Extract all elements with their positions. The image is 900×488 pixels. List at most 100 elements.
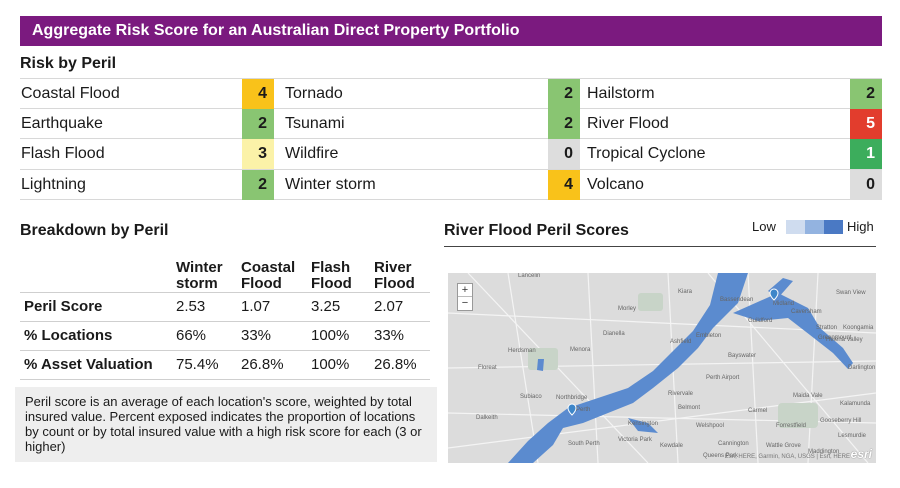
zoom-out-button[interactable]: − (458, 297, 472, 310)
peril-score: 5 (850, 108, 882, 139)
column-header: River Flood (370, 248, 430, 293)
peril-label: Tsunami (285, 114, 345, 132)
legend-swatch-mid (805, 220, 824, 234)
map-place-label: Morley (618, 306, 637, 312)
esri-logo: esri (850, 447, 872, 461)
peril-score: 2 (242, 108, 274, 139)
peril-score: 0 (548, 139, 580, 169)
peril-label: Lightning (21, 175, 86, 193)
map-heading-rule (444, 246, 876, 247)
map-place-label: Perth (576, 407, 591, 413)
table-cell: 33% (237, 321, 307, 351)
table-cell: 26.8% (370, 350, 430, 380)
map-place-label: Helena Valley (826, 337, 863, 343)
flood-map[interactable]: Lancelin Kiara Bassendean Guildford Cave… (448, 273, 876, 463)
table-cell: 75.4% (172, 350, 237, 380)
map-place-label: Victoria Park (618, 437, 652, 443)
legend-low-label: Low (752, 219, 776, 234)
map-place-label: Rivervale (668, 391, 694, 397)
map-place-label: Forrestfield (776, 423, 807, 429)
legend-high-label: High (847, 219, 874, 234)
breakdown-table: Winter storm Coastal Flood Flash Flood Rive… (20, 248, 430, 380)
map-place-label: Stratton (816, 325, 838, 331)
map-place-label: Guildford (748, 318, 773, 324)
peril-label: Volcano (587, 175, 644, 193)
map-attribution: Esri, HERE, Garmin, NGA, USGS | Esri, HE… (724, 454, 850, 460)
map-place-label: Kalamunda (840, 401, 871, 407)
map-place-label: Caversham (791, 309, 822, 315)
map-place-label: Welshpool (696, 423, 724, 429)
column-header: Winter storm (172, 248, 237, 293)
risk-row: Lightning 2 Winter storm 4 Volcano 0 (20, 169, 882, 200)
table-cell: 26.8% (237, 350, 307, 380)
peril-label: Hailstorm (587, 85, 655, 102)
map-place-label: Kewdale (660, 443, 684, 449)
peril-score: 0 (850, 169, 882, 200)
peril-score: 2 (548, 108, 580, 139)
map-place-label: Cannington (718, 441, 749, 447)
map-place-label: Perth Airport (706, 375, 740, 381)
map-place-label: Herdsman (508, 348, 536, 354)
map-place-label: Swan View (836, 290, 866, 296)
column-header: Flash Flood (307, 248, 370, 293)
risk-row: Earthquake 2 Tsunami 2 River Flood 5 (20, 108, 882, 139)
risk-row: Coastal Flood 4 Tornado 2 Hailstorm 2 (20, 78, 882, 109)
breakdown-heading: Breakdown by Peril (20, 222, 169, 239)
map-place-label: Floreat (478, 365, 497, 371)
peril-score: 3 (242, 139, 274, 169)
row-header: % Asset Valuation (20, 350, 172, 380)
peril-label: Tropical Cyclone (587, 145, 706, 162)
peril-label: Flash Flood (21, 145, 105, 162)
peril-score: 1 (850, 139, 882, 169)
page-title: Aggregate Risk Score for an Australian D… (20, 16, 882, 46)
peril-score: 4 (548, 169, 580, 200)
table-cell: 2.53 (172, 292, 237, 322)
map-place-label: South Perth (568, 441, 600, 447)
map-place-label: Gooseberry Hill (820, 418, 862, 424)
map-place-label: Midland (773, 301, 795, 307)
table-row: % Asset Valuation 75.4% 26.8% 100% 26.8% (20, 350, 430, 380)
map-place-label: Wattle Grove (766, 443, 801, 449)
map-place-label: Kiara (678, 289, 693, 295)
table-cell: 1.07 (237, 292, 307, 322)
table-cell: 33% (370, 321, 430, 351)
table-cell: 3.25 (307, 292, 370, 322)
map-place-label: Dalkeith (476, 415, 498, 421)
peril-label: Earthquake (21, 114, 103, 132)
peril-label: Winter storm (285, 175, 376, 193)
zoom-control: + − (457, 283, 473, 311)
map-place-label: Belmont (678, 405, 701, 411)
map-place-label: Menora (570, 347, 591, 353)
map-heading: River Flood Peril Scores (444, 222, 629, 239)
peril-label: Coastal Flood (21, 85, 120, 102)
map-place-label: Lesmurdie (838, 433, 867, 439)
table-cell: 100% (307, 350, 370, 380)
risk-row: Flash Flood 3 Wildfire 0 Tropical Cyclon… (20, 139, 882, 170)
peril-score: 2 (548, 79, 580, 109)
map-place-label: Lancelin (518, 273, 541, 279)
table-cell: 100% (307, 321, 370, 351)
table-row: % Locations 66% 33% 100% 33% (20, 321, 430, 351)
peril-score: 4 (242, 79, 274, 109)
legend-swatch-low (786, 220, 805, 234)
peril-label: Tornado (285, 85, 343, 102)
map-place-label: Dianella (603, 331, 625, 337)
risk-by-peril-grid: Coastal Flood 4 Tornado 2 Hailstorm 2 Ea… (20, 78, 882, 200)
risk-by-peril-heading: Risk by Peril (20, 55, 117, 72)
legend-swatch-high (824, 220, 843, 234)
zoom-in-button[interactable]: + (458, 284, 472, 297)
peril-label: Wildfire (285, 145, 339, 162)
map-place-label: Subiaco (520, 394, 542, 400)
river-flood-zone (508, 273, 853, 463)
map-place-label: Darlington (848, 365, 876, 371)
table-corner (20, 248, 172, 293)
table-cell: 66% (172, 321, 237, 351)
map-place-label: Carmel (748, 408, 768, 414)
row-header: % Locations (20, 321, 172, 351)
peril-score: 2 (242, 169, 274, 200)
map-place-label: Maida Vale (793, 393, 823, 399)
map-place-label: Northbridge (556, 395, 588, 401)
table-row: Peril Score 2.53 1.07 3.25 2.07 (20, 292, 430, 322)
map-place-label: Ashfield (670, 339, 692, 345)
peril-score: 2 (850, 79, 882, 109)
